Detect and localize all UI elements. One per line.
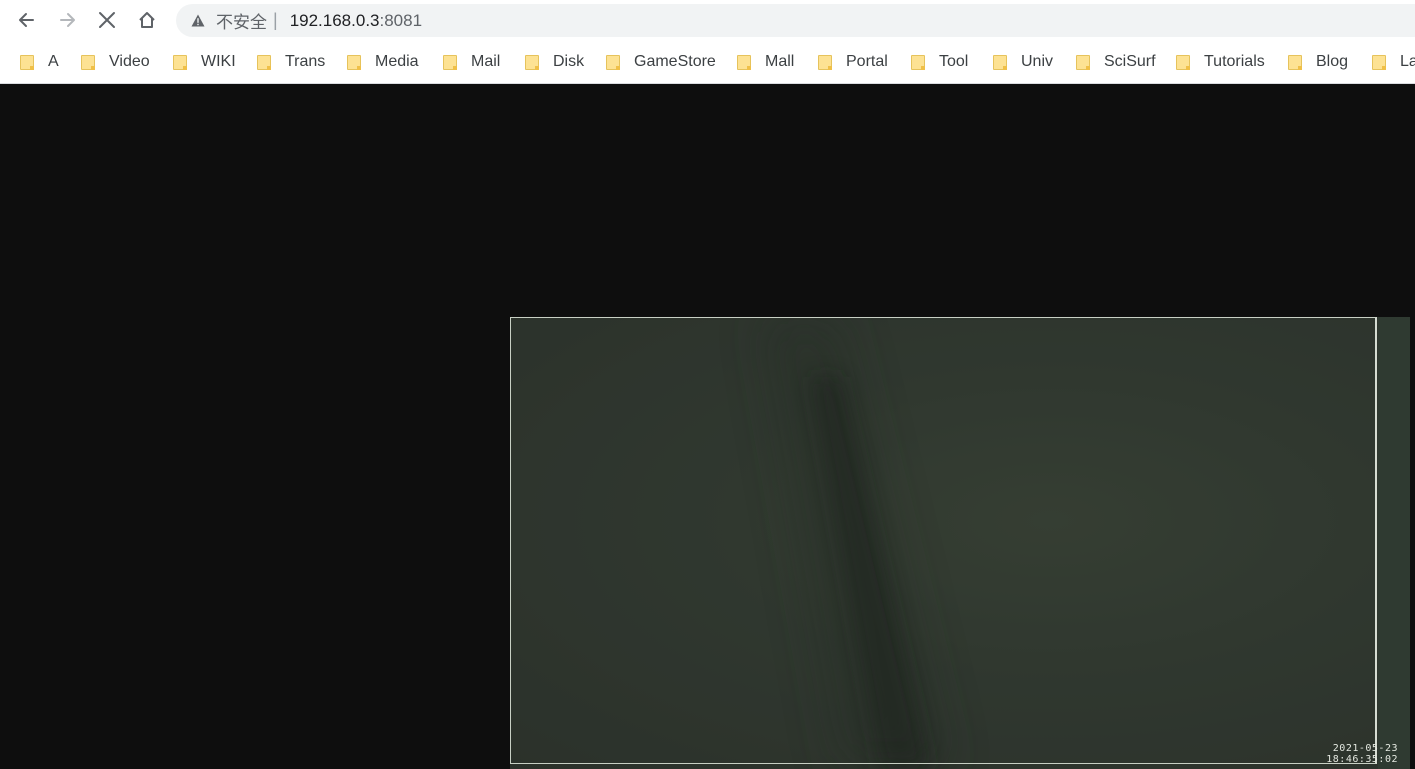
bookmark-a[interactable]: A	[20, 51, 59, 73]
bookmarks-bar: A Video WIKI Trans Media Mail Disk GameS…	[0, 46, 1415, 78]
video-border	[510, 317, 1377, 764]
bookmark-label: Disk	[553, 53, 585, 70]
folder-icon	[347, 54, 361, 70]
bookmark-mall[interactable]: Mall	[737, 51, 794, 73]
bookmark-tool[interactable]: Tool	[911, 51, 968, 73]
bookmark-label: GameStore	[634, 53, 716, 70]
bookmark-blog[interactable]: Blog	[1288, 51, 1348, 73]
folder-icon	[911, 54, 925, 70]
url-port[interactable]: :8081	[380, 11, 423, 31]
bookmark-disk[interactable]: Disk	[525, 51, 584, 73]
folder-icon	[173, 54, 187, 70]
bookmark-video[interactable]: Video	[81, 51, 150, 73]
security-separator: |	[273, 10, 278, 30]
home-icon	[139, 12, 155, 28]
bookmark-label: Mail	[471, 53, 501, 70]
bookmark-scisurf[interactable]: SciSurf	[1076, 51, 1156, 73]
folder-icon	[818, 54, 832, 70]
bookmark-label: Video	[109, 53, 150, 70]
bookmark-univ[interactable]: Univ	[993, 51, 1053, 73]
bookmark-label: Media	[375, 53, 419, 70]
browser-chrome: 不安全 | 192.168.0.3 :8081 A Video WIKI Tra…	[0, 0, 1415, 84]
close-icon	[99, 12, 115, 28]
folder-icon	[257, 54, 271, 70]
folder-icon	[737, 54, 751, 70]
bookmark-label: Portal	[846, 53, 888, 70]
camera-time: 18:46:35:02	[1326, 754, 1398, 765]
back-button[interactable]	[12, 5, 42, 35]
folder-icon	[1176, 54, 1190, 70]
folder-icon	[993, 54, 1007, 70]
bookmark-label: WIKI	[201, 53, 236, 70]
folder-icon	[443, 54, 457, 70]
url-host[interactable]: 192.168.0.3	[290, 11, 380, 31]
security-status-label[interactable]: 不安全	[216, 8, 267, 33]
bookmark-portal[interactable]: Portal	[818, 51, 888, 73]
browser-toolbar: 不安全 | 192.168.0.3 :8081	[0, 0, 1415, 42]
folder-icon	[81, 54, 95, 70]
folder-icon	[1372, 54, 1386, 70]
bookmark-label: Trans	[285, 53, 326, 70]
bookmark-label: A	[48, 53, 59, 70]
folder-icon	[20, 54, 34, 70]
bookmark-wiki[interactable]: WIKI	[173, 51, 236, 73]
folder-icon	[1076, 54, 1090, 70]
forward-button[interactable]	[52, 5, 82, 35]
home-button[interactable]	[132, 5, 162, 35]
folder-icon	[606, 54, 620, 70]
bookmark-media[interactable]: Media	[347, 51, 419, 73]
bookmark-trans[interactable]: Trans	[257, 51, 325, 73]
bookmark-label: Mall	[765, 53, 795, 70]
page-viewport: 2021-05-23 18:46:35:02	[0, 84, 1415, 769]
bookmark-label: Univ	[1021, 53, 1054, 70]
folder-icon	[525, 54, 539, 70]
arrow-left-icon	[19, 13, 34, 27]
address-bar[interactable]: 不安全 | 192.168.0.3 :8081	[176, 4, 1415, 37]
bookmark-label: Tool	[939, 53, 969, 70]
arrow-right-icon	[60, 13, 75, 27]
bookmark-label: La	[1400, 53, 1415, 70]
bookmark-label: SciSurf	[1104, 53, 1156, 70]
bookmark-label: Blog	[1316, 53, 1349, 70]
folder-icon	[1288, 54, 1302, 70]
bookmark-gamestore[interactable]: GameStore	[606, 51, 716, 73]
stop-loading-button[interactable]	[92, 5, 122, 35]
camera-video-stream[interactable]: 2021-05-23 18:46:35:02	[510, 317, 1410, 769]
warning-triangle-icon[interactable]	[190, 13, 206, 29]
bookmark-la[interactable]: La	[1372, 51, 1415, 73]
bookmark-label: Tutorials	[1204, 53, 1265, 70]
camera-date: 2021-05-23	[1332, 743, 1398, 754]
bookmark-mail[interactable]: Mail	[443, 51, 500, 73]
camera-timestamp: 2021-05-23 18:46:35:02	[1326, 743, 1398, 765]
bookmark-tutorials[interactable]: Tutorials	[1176, 51, 1265, 73]
